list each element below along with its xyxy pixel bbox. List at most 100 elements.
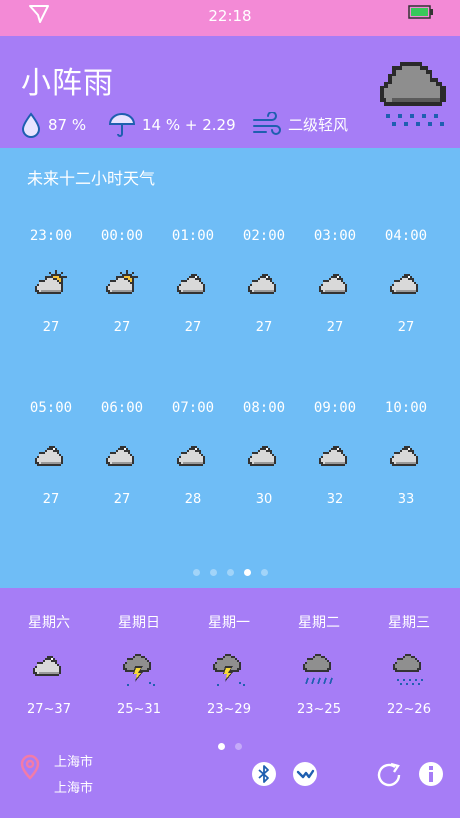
status-time: 22:18 <box>208 7 252 25</box>
daily-item: 星期一 23~29 <box>184 612 274 717</box>
hourly-item: 07:00 28 <box>158 400 228 507</box>
hourly-item: 01:00 27 <box>158 228 228 335</box>
hourly-item: 10:00 33 <box>371 400 441 507</box>
partly-sunny-icon <box>35 270 67 294</box>
info-icon[interactable] <box>418 761 444 787</box>
cloudy-icon <box>106 446 134 466</box>
hourly-temp: 27 <box>397 320 415 335</box>
daily-forecast-panel[interactable]: 星期六 27~37 星期日 25~31 星期一 23~29 星期二 23~25 星期三 22~26… <box>0 588 460 818</box>
hourly-time: 09:00 <box>313 400 357 416</box>
hourly-temp: 30 <box>255 492 273 507</box>
hourly-time: 10:00 <box>384 400 428 416</box>
light-rain-icon <box>393 654 423 685</box>
hourly-time: 08:00 <box>242 400 286 416</box>
cloudy-icon <box>319 446 347 466</box>
hourly-item: 09:00 32 <box>300 400 370 507</box>
hourly-temp: 27 <box>113 492 131 507</box>
page-dot[interactable] <box>260 569 268 576</box>
daily-day: 星期二 <box>298 615 340 631</box>
daily-temp-range: 23~25 <box>297 702 341 717</box>
hourly-title: 未来十二小时天气 <box>27 169 156 188</box>
partly-sunny-icon <box>106 270 138 294</box>
cloudy-icon <box>248 274 276 294</box>
hourly-item: 23:00 27 <box>16 228 86 335</box>
page-dot-active[interactable] <box>218 743 225 750</box>
bluetooth-icon[interactable] <box>251 761 277 787</box>
page-dot[interactable] <box>209 569 217 576</box>
hourly-temp: 27 <box>42 320 60 335</box>
hourly-time: 01:00 <box>171 228 215 244</box>
cloudy-icon <box>390 446 418 466</box>
hourly-forecast-panel[interactable]: 未来十二小时天气 23:00 27 00:00 27 01:00 27 02:00 27 03:… <box>0 148 460 588</box>
battery-icon <box>408 5 433 19</box>
current-weather-header: 小阵雨 87 % 14 % + 2.29 二级轻风 <box>0 36 460 148</box>
humidity-value: 87 % <box>48 116 87 134</box>
cloudy-icon <box>390 274 418 294</box>
daily-day: 星期日 <box>118 615 160 631</box>
cloudy-icon <box>33 656 61 676</box>
hourly-time: 04:00 <box>384 228 428 244</box>
wind-stat: 二级轻风 <box>252 112 348 136</box>
hourly-page-indicator[interactable] <box>0 561 460 580</box>
hourly-item: 08:00 30 <box>229 400 299 507</box>
daily-temp-range: 23~29 <box>207 702 251 717</box>
thunderstorm-icon <box>213 654 245 686</box>
daily-item: 星期三 22~26 <box>364 612 454 717</box>
wind-value: 二级轻风 <box>288 115 349 134</box>
hourly-temp: 27 <box>255 320 273 335</box>
humidity-stat: 87 % <box>20 112 86 138</box>
hourly-time: 02:00 <box>242 228 286 244</box>
hourly-temp: 32 <box>326 492 344 507</box>
hourly-time: 05:00 <box>29 400 73 416</box>
hourly-item: 00:00 27 <box>87 228 157 335</box>
hourly-time: 06:00 <box>100 400 144 416</box>
umbrella-icon <box>108 113 136 137</box>
hourly-item: 02:00 27 <box>229 228 299 335</box>
page-dot[interactable] <box>192 569 200 576</box>
cloudy-icon <box>177 446 205 466</box>
page-dot[interactable] <box>226 569 234 576</box>
daily-temp-range: 25~31 <box>117 702 161 717</box>
thunderstorm-icon <box>123 654 155 686</box>
hourly-time: 23:00 <box>29 228 73 244</box>
hourly-temp: 27 <box>326 320 344 335</box>
daily-item: 星期二 23~25 <box>274 612 364 717</box>
cloudy-icon <box>319 274 347 294</box>
cloudy-icon <box>35 446 63 466</box>
hourly-temp: 28 <box>184 492 202 507</box>
hourly-temp: 33 <box>397 492 415 507</box>
page-dot[interactable] <box>235 743 242 750</box>
rain-cloud-icon <box>380 62 446 126</box>
precip-value: 14 % + 2.29 <box>142 116 236 134</box>
share-icon[interactable] <box>292 761 318 787</box>
hourly-temp: 27 <box>184 320 202 335</box>
daily-item: 星期日 25~31 <box>94 612 184 717</box>
cloudy-icon <box>248 446 276 466</box>
page-dot-active[interactable] <box>243 569 251 576</box>
status-bar: 22:18 <box>0 0 460 36</box>
precip-stat: 14 % + 2.29 <box>108 112 236 138</box>
hourly-temp: 27 <box>42 492 60 507</box>
daily-day: 星期一 <box>208 615 250 631</box>
water-drop-icon <box>21 112 41 138</box>
location-pin-icon[interactable] <box>18 754 42 780</box>
current-condition: 小阵雨 <box>21 66 114 101</box>
hourly-item: 03:00 27 <box>300 228 370 335</box>
hourly-temp: 27 <box>113 320 131 335</box>
rain-icon <box>303 654 333 685</box>
daily-temp-range: 27~37 <box>27 702 71 717</box>
hourly-item: 04:00 27 <box>371 228 441 335</box>
cloudy-icon <box>177 274 205 294</box>
city-line-2[interactable]: 上海市 <box>54 777 93 796</box>
daily-item: 星期六 27~37 <box>4 612 94 717</box>
wind-icon <box>253 112 281 135</box>
hourly-time: 00:00 <box>100 228 144 244</box>
city-line-1[interactable]: 上海市 <box>54 751 93 770</box>
hourly-item: 06:00 27 <box>87 400 157 507</box>
daily-temp-range: 22~26 <box>387 702 431 717</box>
daily-day: 星期六 <box>28 615 70 631</box>
daily-day: 星期三 <box>388 615 430 631</box>
hourly-item: 05:00 27 <box>16 400 86 507</box>
hourly-time: 03:00 <box>313 228 357 244</box>
refresh-icon[interactable] <box>375 761 405 789</box>
